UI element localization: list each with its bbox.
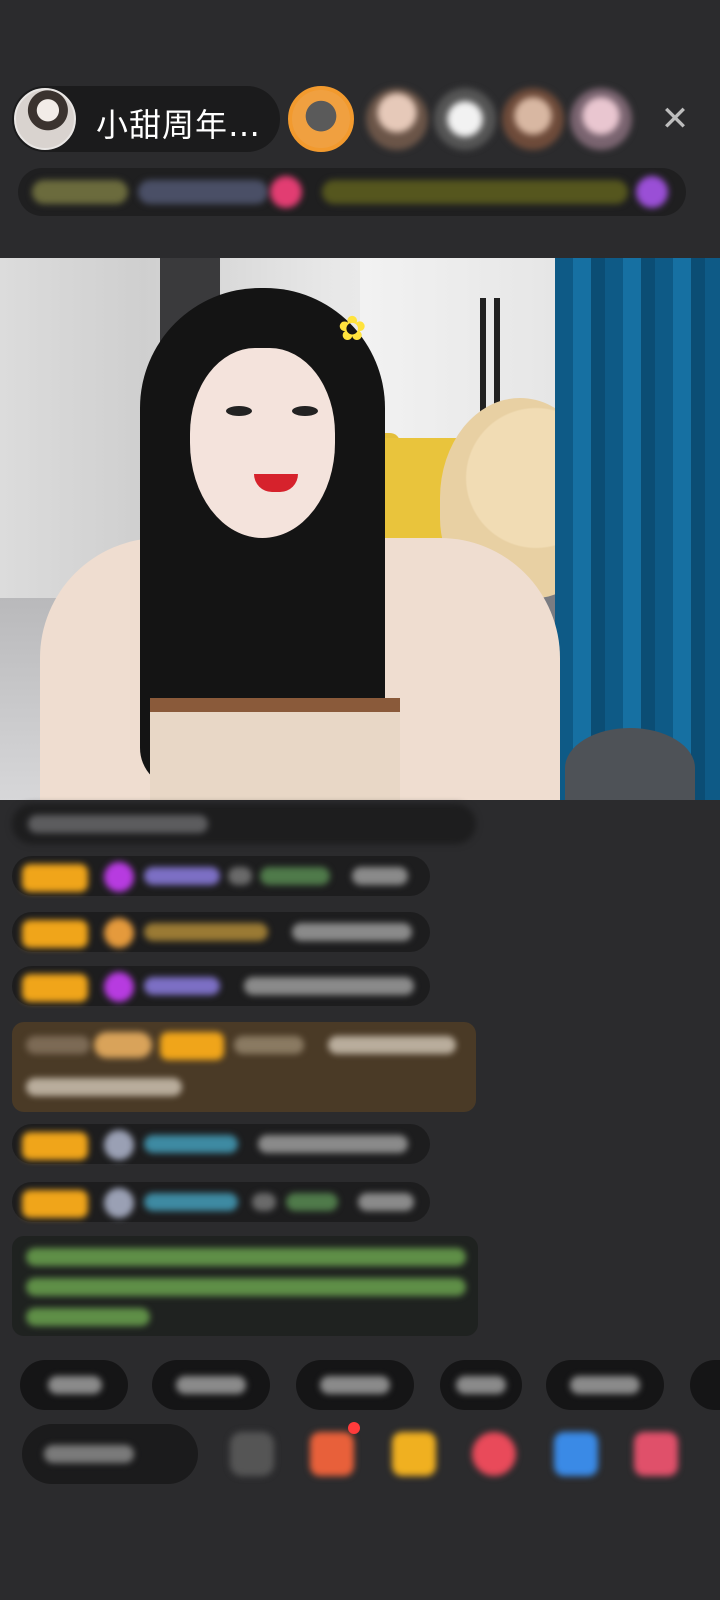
interact-icon[interactable]: [472, 1432, 516, 1476]
activity-marquee[interactable]: [322, 180, 628, 204]
viewer-avatar[interactable]: [434, 88, 496, 150]
fan-level-badge: [22, 1132, 88, 1160]
top-viewer-avatar[interactable]: [288, 86, 354, 152]
level-badge-icon: [94, 1032, 152, 1058]
fan-level-badge: [22, 864, 88, 892]
follow-icon[interactable]: [270, 176, 302, 208]
streamer-eye: [226, 406, 252, 416]
chat-message[interactable]: [12, 856, 430, 896]
user-avatar: [104, 1130, 134, 1160]
emoji-icon[interactable]: [230, 1432, 274, 1476]
video-scene-curtain: [555, 258, 720, 800]
host-avatar[interactable]: [14, 88, 76, 150]
highlight-chat-message[interactable]: [12, 1022, 476, 1112]
quick-reply-chip[interactable]: [546, 1360, 664, 1410]
rank-badge-icon[interactable]: [32, 180, 128, 204]
hot-list-entry[interactable]: [138, 180, 268, 204]
quick-reply-chip[interactable]: [20, 1360, 128, 1410]
streamer-top: [150, 698, 400, 800]
fan-level-badge: [22, 920, 88, 948]
shop-icon[interactable]: [310, 1432, 354, 1476]
room-info-bar: [18, 168, 686, 216]
chat-input[interactable]: [22, 1424, 198, 1484]
gift-entry-icon[interactable]: [636, 176, 668, 208]
user-avatar: [104, 1188, 134, 1218]
live-video-stream[interactable]: ✿: [0, 258, 720, 800]
fan-level-badge: [22, 1190, 88, 1218]
chat-message[interactable]: [12, 966, 430, 1006]
chat-message[interactable]: [12, 1182, 430, 1222]
quick-reply-chip[interactable]: [440, 1360, 522, 1410]
streamer-face: [190, 348, 335, 538]
quick-reply-chip[interactable]: [690, 1360, 720, 1410]
video-scene-microphone: [565, 728, 695, 800]
streamer-eye: [292, 406, 318, 416]
gift-icon: [104, 918, 134, 948]
fan-level-badge: [22, 974, 88, 1002]
flower-hairclip-icon: ✿: [338, 309, 367, 349]
viewer-avatar[interactable]: [570, 88, 632, 150]
host-info-pill[interactable]: 小甜周年…: [12, 86, 280, 152]
diamond-icon: [104, 972, 134, 1002]
share-icon[interactable]: [554, 1432, 598, 1476]
quick-reply-chip[interactable]: [296, 1360, 414, 1410]
viewer-avatar[interactable]: [502, 88, 564, 150]
viewer-avatar[interactable]: [366, 88, 428, 150]
chat-message[interactable]: [12, 912, 430, 952]
quick-reply-chip[interactable]: [152, 1360, 270, 1410]
close-icon[interactable]: ✕: [656, 100, 694, 138]
fan-level-badge: [160, 1032, 224, 1060]
diamond-icon: [104, 862, 134, 892]
chat-message[interactable]: [12, 804, 476, 844]
chat-message[interactable]: [12, 1124, 430, 1164]
notification-dot: [348, 1422, 360, 1434]
room-notice: [12, 1236, 478, 1336]
more-icon[interactable]: [634, 1432, 678, 1476]
gift-box-icon[interactable]: [392, 1432, 436, 1476]
host-name: 小甜周年…: [96, 106, 262, 144]
